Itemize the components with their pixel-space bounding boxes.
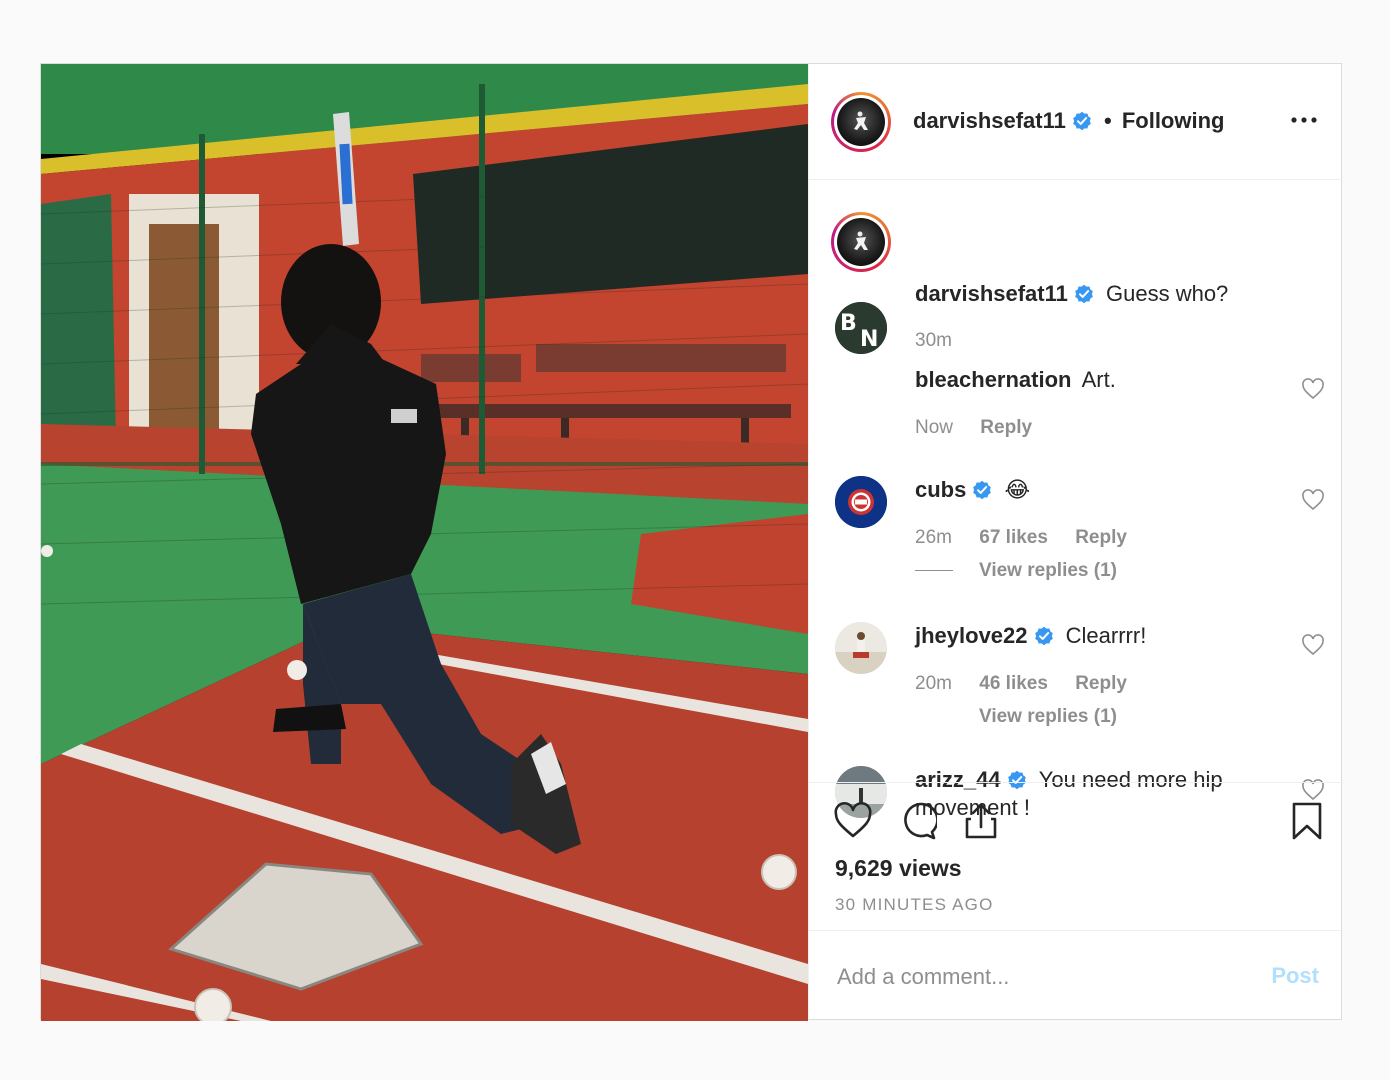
caption-row: darvishsefat11 Guess who? (915, 280, 1228, 308)
comment-text: Clearrrr! (1065, 623, 1147, 648)
caption-meta: 30m (915, 330, 974, 352)
pitcher-silhouette (854, 231, 868, 250)
comment-row: jheylove22 Clearrrr! (915, 622, 1146, 650)
share-icon[interactable] (961, 801, 1001, 841)
svg-text:B: B (840, 311, 857, 336)
verified-badge-icon (1034, 626, 1053, 646)
like-comment-heart-icon[interactable] (1301, 634, 1325, 656)
verified-badge-icon (1075, 284, 1093, 304)
caption-username[interactable]: darvishsefat11 (915, 281, 1068, 306)
comment-icon[interactable] (897, 801, 937, 841)
following-button[interactable]: Following (1122, 108, 1225, 133)
bn-logo: B N (835, 302, 887, 354)
verified-badge-icon (1073, 111, 1091, 131)
view-replies-button[interactable]: View replies (1) (915, 706, 1117, 728)
view-replies-label: View replies (1) (979, 560, 1117, 581)
author-username[interactable]: darvishsefat11 (913, 108, 1066, 133)
post-side-panel: darvishsefat11 • Following darvishsefat1… (808, 64, 1343, 1021)
commenter-avatar-jheylove22[interactable] (835, 622, 887, 674)
view-replies-button[interactable]: View replies (1) (915, 560, 1117, 582)
author-avatar[interactable] (831, 92, 891, 152)
jheylove-photo (835, 622, 887, 674)
reply-button[interactable]: Reply (1075, 527, 1127, 548)
replies-divider (915, 716, 953, 717)
comment-time: 20m (915, 673, 952, 694)
comment-likes[interactable]: 67 likes (979, 527, 1048, 548)
post-actions: 9,629 views 30 MINUTES AGO (809, 782, 1343, 930)
pitcher-silhouette (854, 111, 868, 130)
comment-username[interactable]: bleachernation (915, 367, 1071, 392)
comment-input[interactable] (835, 961, 1239, 993)
comments-list: darvishsefat11 Guess who? 30m B N bleach… (809, 180, 1343, 820)
batting-cage-image (41, 64, 808, 1021)
comment-username[interactable]: cubs (915, 477, 966, 502)
bookmark-icon[interactable] (1287, 801, 1327, 841)
view-count[interactable]: 9,629 views (835, 855, 962, 882)
cubs-logo (835, 476, 887, 528)
like-comment-heart-icon[interactable] (1301, 378, 1325, 400)
comment-meta: Now Reply (915, 417, 1054, 439)
reply-button[interactable]: Reply (1075, 673, 1127, 694)
caption-time: 30m (915, 330, 952, 351)
comment-meta: 26m 67 likes Reply (915, 527, 1149, 549)
commenter-avatar-bleachernation[interactable]: B N (835, 302, 887, 354)
add-comment-bar: Post (809, 930, 1343, 1021)
comment-text: 😂 (1004, 477, 1031, 502)
heart-icon[interactable] (833, 801, 873, 841)
post-video[interactable] (41, 64, 808, 1021)
view-replies-label: View replies (1) (979, 706, 1117, 727)
like-comment-heart-icon[interactable] (1301, 489, 1325, 511)
comment-time: Now (915, 417, 954, 438)
reply-button[interactable]: Reply (980, 417, 1032, 438)
post-header: darvishsefat11 • Following (809, 64, 1343, 180)
commenter-avatar-cubs[interactable] (835, 476, 887, 528)
replies-divider (915, 570, 953, 572)
svg-text:N: N (860, 327, 878, 352)
post-comment-button[interactable]: Post (1271, 963, 1319, 989)
comment-username[interactable]: jheylove22 (915, 623, 1028, 648)
verified-badge-icon (973, 480, 992, 500)
more-options-icon[interactable] (1289, 110, 1319, 130)
instagram-post: darvishsefat11 • Following darvishsefat1… (40, 63, 1343, 1021)
comment-text: Art. (1081, 367, 1116, 392)
comment-likes[interactable]: 46 likes (979, 673, 1048, 694)
comment-time: 26m (915, 527, 952, 548)
comment-row: cubs 😂 (915, 476, 1030, 504)
comment-meta: 20m 46 likes Reply (915, 673, 1149, 695)
caption-text: Guess who? (1106, 281, 1229, 306)
comment-row: bleachernation Art. (915, 366, 1116, 394)
caption-avatar[interactable] (831, 212, 891, 272)
header-separator: • (1104, 108, 1112, 133)
author-line: darvishsefat11 • Following (913, 108, 1224, 134)
post-timestamp[interactable]: 30 MINUTES AGO (835, 895, 994, 915)
